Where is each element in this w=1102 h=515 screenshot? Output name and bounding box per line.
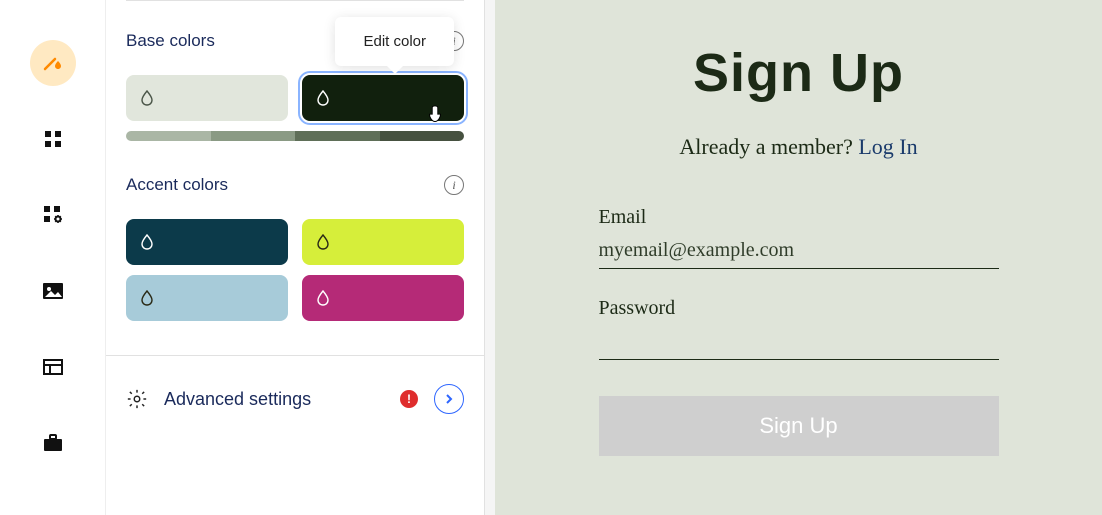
widgets-icon (42, 204, 64, 226)
colors-panel: Base colors i Edit color (105, 0, 485, 515)
cursor-icon (424, 105, 446, 127)
password-label: Password (599, 297, 999, 320)
advanced-settings-row[interactable]: Advanced settings ! (106, 355, 484, 414)
gear-icon (126, 388, 148, 410)
password-field[interactable] (599, 326, 999, 360)
rail-theme-button[interactable] (30, 40, 76, 86)
briefcase-icon (42, 433, 64, 453)
grid-icon (43, 129, 63, 149)
info-icon[interactable]: i (444, 175, 464, 195)
base-swatch-0[interactable] (126, 75, 288, 121)
gradient-bar (126, 131, 464, 141)
warning-badge: ! (400, 390, 418, 408)
rail-table-button[interactable] (30, 344, 76, 390)
accent-swatch-0[interactable] (126, 219, 288, 265)
drop-icon (140, 290, 154, 306)
table-icon (42, 357, 64, 377)
rail-briefcase-button[interactable] (30, 420, 76, 466)
rail-grid-button[interactable] (30, 116, 76, 162)
accent-colors-section: Accent colors i (106, 175, 484, 321)
image-icon (42, 281, 64, 301)
preview-pane: Sign Up Already a member? Log In Email P… (485, 0, 1102, 515)
drop-icon (316, 234, 330, 250)
signup-button[interactable]: Sign Up (599, 396, 999, 456)
paint-icon (41, 51, 65, 75)
signup-form: Email Password Sign Up (599, 206, 999, 456)
advanced-settings-label: Advanced settings (164, 389, 384, 410)
advanced-chevron-button[interactable] (434, 384, 464, 414)
accent-swatch-2[interactable] (126, 275, 288, 321)
tooltip-label: Edit color (363, 33, 426, 50)
accent-swatch-3[interactable] (302, 275, 464, 321)
member-prefix: Already a member? (679, 134, 858, 159)
drop-icon (140, 90, 154, 106)
base-colors-title: Base colors (126, 31, 215, 51)
login-link[interactable]: Log In (858, 134, 917, 159)
edit-color-tooltip: Edit color (335, 17, 454, 66)
chevron-right-icon (444, 393, 454, 405)
member-line: Already a member? Log In (679, 134, 917, 160)
email-field[interactable] (599, 235, 999, 269)
accent-colors-title: Accent colors (126, 175, 228, 195)
base-swatch-1[interactable] (302, 75, 464, 121)
rail-image-button[interactable] (30, 268, 76, 314)
drop-icon (316, 90, 330, 106)
icon-rail (0, 0, 105, 515)
rail-widgets-button[interactable] (30, 192, 76, 238)
drop-icon (316, 290, 330, 306)
drop-icon (140, 234, 154, 250)
base-colors-section: Base colors i Edit color (106, 31, 484, 141)
page-title: Sign Up (693, 42, 904, 104)
accent-swatch-1[interactable] (302, 219, 464, 265)
email-label: Email (599, 206, 999, 229)
